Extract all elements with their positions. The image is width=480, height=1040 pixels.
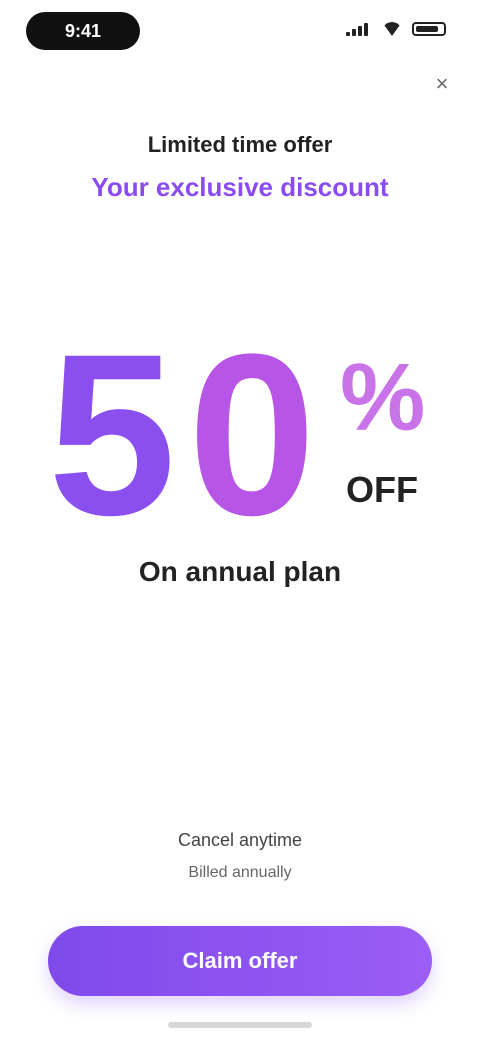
status-bar: 9:41 bbox=[0, 0, 480, 64]
home-indicator bbox=[168, 1022, 312, 1028]
percent-sign: % bbox=[340, 344, 426, 451]
offer-subline: On annual plan bbox=[138, 556, 342, 587]
offer-headline: Your exclusive discount bbox=[91, 172, 389, 202]
wifi-icon bbox=[382, 22, 402, 36]
fine-print-primary: Cancel anytime bbox=[177, 830, 303, 850]
status-time: 9:41 bbox=[26, 12, 140, 50]
signal-icon bbox=[346, 22, 372, 36]
battery-icon bbox=[412, 22, 446, 36]
fine-print-secondary: Billed annually bbox=[188, 864, 292, 881]
status-icons bbox=[346, 22, 446, 36]
off-label: OFF bbox=[346, 469, 418, 510]
offer-kicker: Limited time offer bbox=[147, 132, 333, 157]
close-button[interactable]: × bbox=[428, 70, 456, 98]
paywall-screen: 9:41 × Limited time offer Your exclusive… bbox=[0, 0, 480, 1040]
discount-digit-0: 0 bbox=[188, 306, 316, 563]
claim-offer-button[interactable]: Claim offer bbox=[48, 926, 432, 996]
discount-digit-5: 5 bbox=[48, 306, 176, 563]
discount-display: 5 0 % OFF bbox=[0, 320, 480, 550]
